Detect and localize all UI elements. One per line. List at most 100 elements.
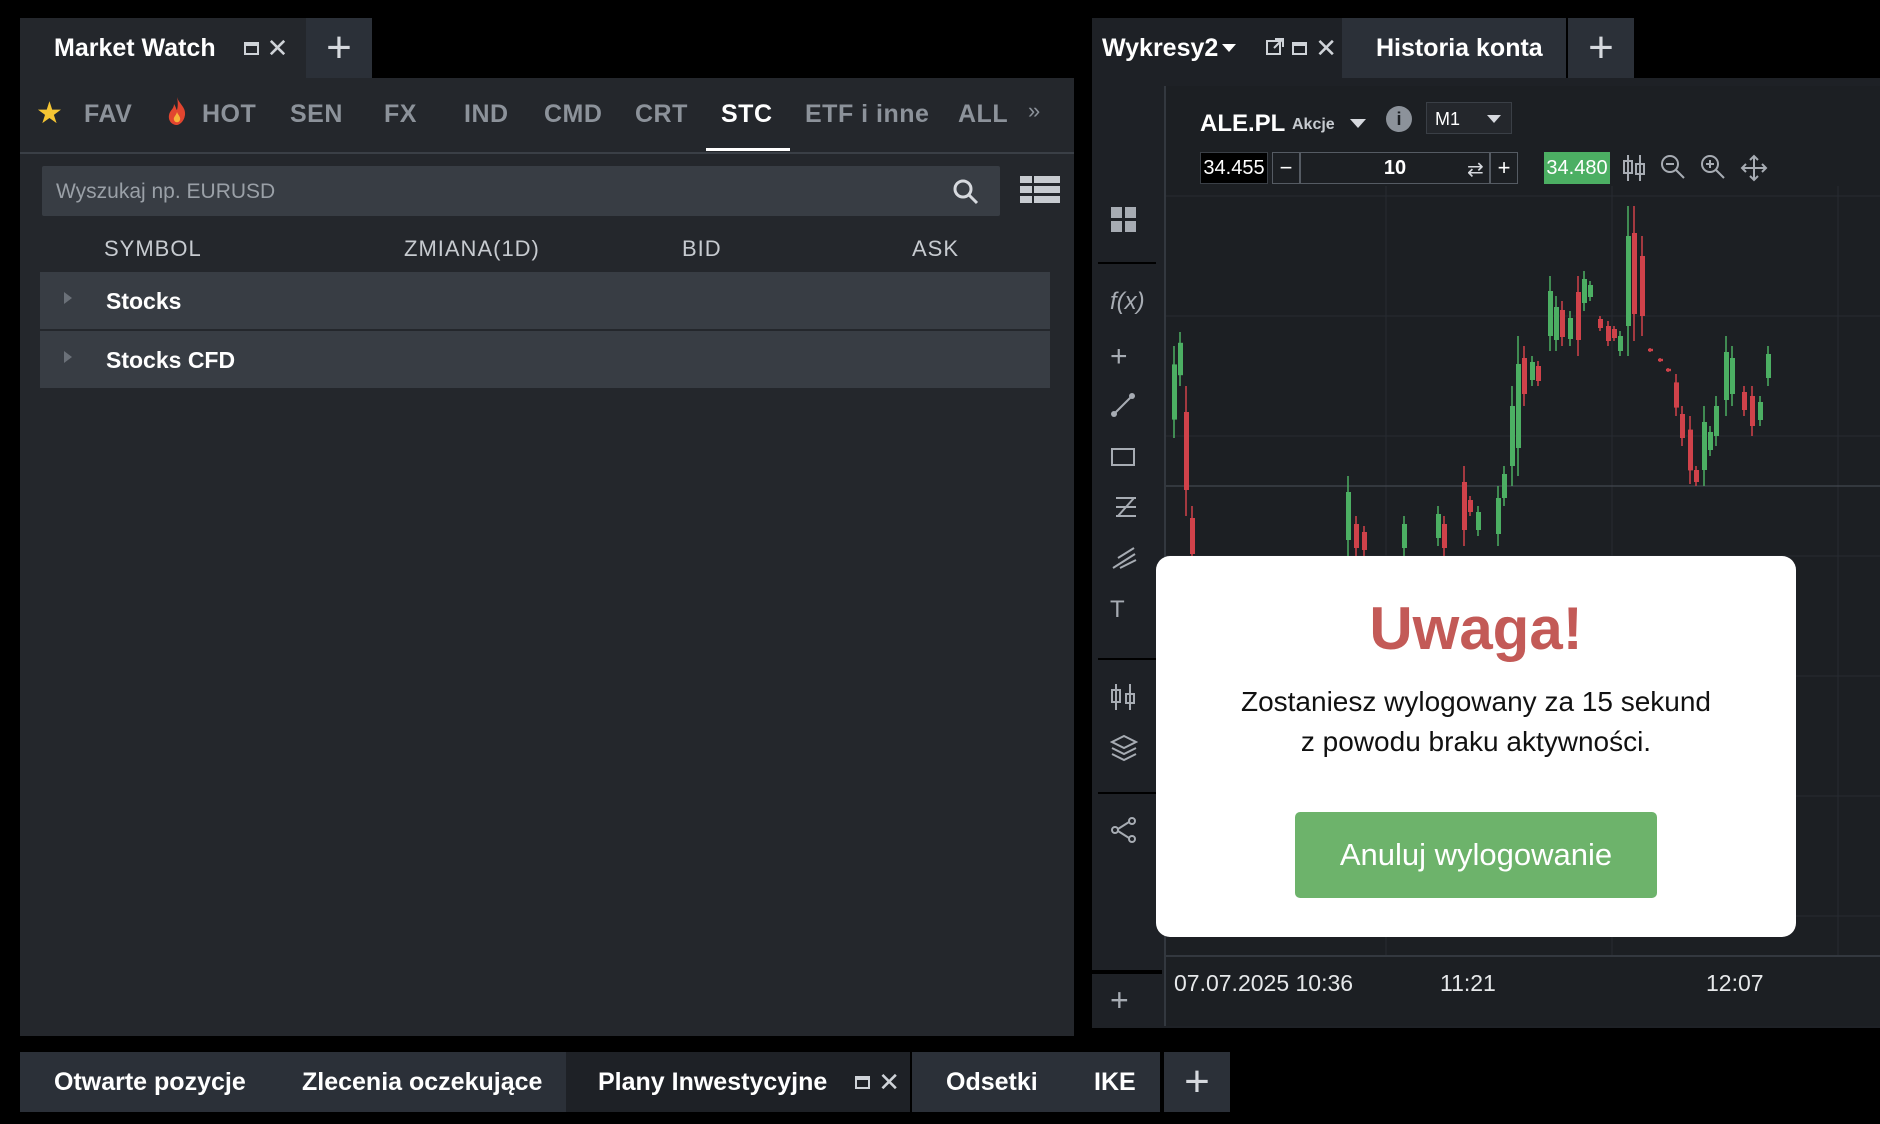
- popout-icon[interactable]: [1266, 34, 1285, 63]
- category-fav[interactable]: FAV: [84, 100, 132, 129]
- candle-body: [1626, 236, 1631, 326]
- volume-input[interactable]: 10 ⇄: [1300, 152, 1490, 184]
- zoom-in-icon[interactable]: [1700, 154, 1726, 185]
- dialog-message-line-2: z powodu braku aktywności.: [1300, 726, 1652, 757]
- add-tab-button[interactable]: +: [1568, 18, 1634, 78]
- column-change[interactable]: ZMIANA(1D): [404, 236, 540, 262]
- ask-price[interactable]: 34.480: [1544, 152, 1610, 184]
- maximize-icon[interactable]: [855, 1075, 871, 1089]
- category-cmd[interactable]: CMD: [544, 100, 602, 129]
- text-tool-icon[interactable]: T: [1110, 596, 1125, 624]
- add-tab-button[interactable]: +: [1164, 1052, 1230, 1112]
- indicators-icon[interactable]: f(x): [1110, 288, 1145, 316]
- close-icon[interactable]: ✕: [267, 33, 289, 64]
- category-all[interactable]: ALL: [958, 100, 1008, 129]
- info-icon[interactable]: i: [1386, 106, 1412, 132]
- decrease-volume-button[interactable]: −: [1272, 152, 1300, 184]
- bid-price[interactable]: 34.455: [1200, 152, 1268, 184]
- expand-icon[interactable]: [64, 351, 72, 363]
- candle-body: [1648, 348, 1653, 352]
- group-row-stocks[interactable]: Stocks: [40, 272, 1050, 329]
- rectangle-icon[interactable]: [1110, 444, 1136, 475]
- increase-volume-button[interactable]: +: [1490, 152, 1518, 184]
- candle-body: [1548, 291, 1553, 336]
- scroll-right-icon[interactable]: »: [1028, 98, 1040, 124]
- candle-body: [1468, 500, 1473, 512]
- candle-body: [1750, 396, 1755, 426]
- logout-warning-dialog: Uwaga! Zostaniesz wylogowany za 15 sekun…: [1156, 556, 1796, 937]
- candle-body: [1496, 498, 1501, 534]
- category-fx[interactable]: FX: [384, 100, 417, 129]
- candles-icon[interactable]: [1622, 154, 1646, 187]
- tab-pending-orders[interactable]: Zlecenia oczekujące: [270, 1052, 566, 1112]
- layers-icon[interactable]: [1109, 734, 1139, 769]
- candle-body: [1758, 402, 1763, 420]
- dropdown-caret-icon[interactable]: [1222, 44, 1237, 52]
- share-icon[interactable]: [1110, 816, 1138, 851]
- maximize-icon[interactable]: [243, 41, 259, 55]
- tab-ike[interactable]: IKE: [1062, 1052, 1160, 1112]
- category-etf[interactable]: ETF i inne: [805, 100, 929, 129]
- candle-body: [1462, 482, 1467, 530]
- candle-body: [1658, 358, 1663, 362]
- search-icon[interactable]: [952, 178, 980, 211]
- symbol-label[interactable]: ALE.PL: [1200, 110, 1285, 138]
- tab-account-history-label: Historia konta: [1376, 33, 1543, 62]
- candle-body: [1536, 366, 1541, 381]
- close-icon[interactable]: ✕: [878, 1067, 900, 1098]
- column-symbol[interactable]: SYMBOL: [104, 236, 202, 262]
- tab-interest[interactable]: Odsetki: [912, 1052, 1062, 1112]
- plus-icon: +: [326, 23, 352, 72]
- zoom-out-icon[interactable]: [1660, 154, 1686, 185]
- toolbar-bottom-sep: [1092, 970, 1162, 974]
- candle-body: [1172, 364, 1177, 420]
- cancel-logout-button[interactable]: Anuluj wylogowanie: [1295, 812, 1657, 898]
- swap-icon[interactable]: ⇄: [1467, 157, 1484, 182]
- dialog-message-line-1: Zostaniesz wylogowany za 15 sekund: [1240, 686, 1712, 717]
- column-ask[interactable]: ASK: [912, 236, 959, 262]
- tab-account-history[interactable]: Historia konta: [1342, 18, 1566, 78]
- category-ind[interactable]: IND: [464, 100, 509, 129]
- x-axis-label: 11:21: [1440, 970, 1496, 996]
- trendline-icon[interactable]: [1110, 392, 1136, 425]
- category-crt[interactable]: CRT: [635, 100, 688, 129]
- symbol-dropdown-icon[interactable]: [1350, 119, 1366, 128]
- expand-icon[interactable]: [64, 292, 72, 304]
- candle-body: [1502, 474, 1507, 498]
- candle-body: [1730, 358, 1735, 394]
- timeframe-select[interactable]: M1: [1426, 102, 1512, 134]
- group-row-stocks-cfd[interactable]: Stocks CFD: [40, 331, 1050, 388]
- maximize-icon[interactable]: [1292, 41, 1308, 55]
- tab-investment-plans[interactable]: Plany Inwestycyjne ✕: [566, 1052, 910, 1112]
- add-tab-button[interactable]: +: [306, 18, 372, 78]
- ask-value: 34.480: [1546, 156, 1608, 179]
- candle-body: [1612, 329, 1617, 338]
- candle-body: [1708, 432, 1713, 450]
- list-view-icon[interactable]: [1020, 174, 1060, 211]
- dialog-message: Zostaniesz wylogowany za 15 sekund z pow…: [1156, 682, 1796, 762]
- add-chart-icon[interactable]: +: [1110, 982, 1129, 1019]
- tab-charts[interactable]: Wykresy2 ✕: [1092, 18, 1342, 78]
- tab-market-watch-label: Market Watch: [54, 33, 216, 62]
- layout-grid-icon[interactable]: [1110, 206, 1138, 241]
- category-stc[interactable]: STC: [721, 100, 773, 129]
- star-icon: ★: [36, 97, 63, 130]
- fibonacci-icon[interactable]: [1110, 494, 1138, 527]
- market-watch-panel: ★ FAV HOT SEN FX IND CMD CRT STC ETF i i…: [20, 78, 1074, 1036]
- pitchfork-icon[interactable]: [1110, 546, 1138, 579]
- tab-label: Otwarte pozycje: [54, 1067, 246, 1096]
- tab-market-watch[interactable]: Market Watch ✕: [20, 18, 306, 78]
- candle-body: [1184, 412, 1189, 490]
- tab-open-positions[interactable]: Otwarte pozycje: [20, 1052, 270, 1112]
- category-sen[interactable]: SEN: [290, 100, 343, 129]
- chart-type-icon[interactable]: [1110, 682, 1138, 719]
- candle-body: [1742, 392, 1747, 410]
- candle-body: [1576, 292, 1581, 340]
- candle-body: [1354, 524, 1359, 548]
- column-bid[interactable]: BID: [682, 236, 722, 262]
- search-input[interactable]: Wyszukaj np. EURUSD: [42, 166, 1000, 216]
- category-hot[interactable]: HOT: [202, 100, 256, 129]
- crosshair-icon[interactable]: +: [1110, 340, 1128, 374]
- close-icon[interactable]: ✕: [1315, 33, 1337, 64]
- pan-icon[interactable]: [1740, 154, 1768, 187]
